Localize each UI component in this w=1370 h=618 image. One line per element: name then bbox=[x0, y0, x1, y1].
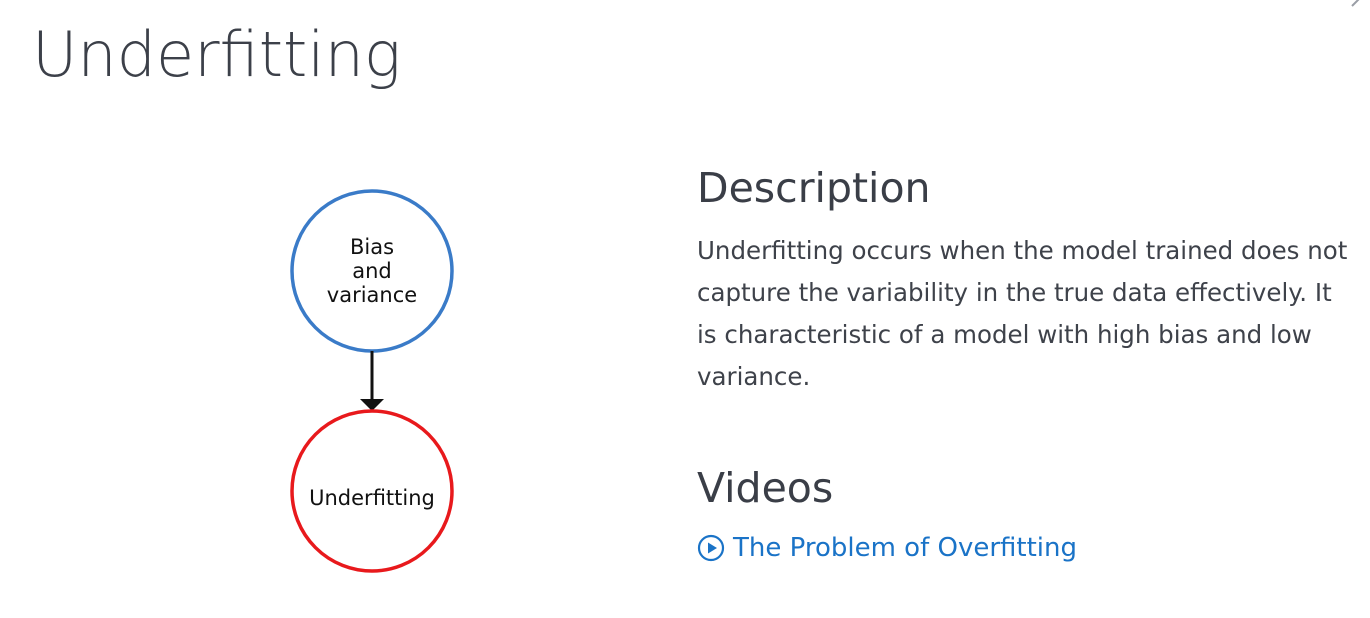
concept-diagram: Bias and variance Underfitting bbox=[260, 180, 490, 600]
description-heading: Description bbox=[697, 164, 931, 212]
corner-chevron-icon bbox=[1351, 0, 1360, 7]
node-label-line: Bias bbox=[350, 235, 394, 259]
diagram-edge-arrow bbox=[360, 351, 384, 411]
node-label-line: variance bbox=[327, 283, 417, 307]
page: Underfitting Bias and variance Underfitt… bbox=[0, 0, 1370, 618]
diagram-svg: Bias and variance Underfitting bbox=[290, 189, 454, 573]
video-link-label: The Problem of Overfitting bbox=[733, 533, 1078, 563]
video-link[interactable]: The Problem of Overfitting bbox=[697, 530, 1077, 566]
detail-panel: Description Underfitting occurs when the… bbox=[697, 160, 1357, 566]
page-title: Underfitting bbox=[32, 18, 402, 91]
node-label-line: and bbox=[352, 259, 392, 283]
arrowhead-icon bbox=[360, 399, 384, 411]
node-label-line: Underfitting bbox=[309, 486, 435, 510]
diagram-node-bias-variance[interactable]: Bias and variance bbox=[290, 189, 454, 353]
description-text: Underfitting occurs when the model train… bbox=[697, 236, 1348, 391]
videos-heading: Videos bbox=[697, 464, 834, 512]
play-circle-icon bbox=[697, 534, 725, 562]
diagram-node-underfitting[interactable]: Underfitting bbox=[290, 409, 454, 573]
